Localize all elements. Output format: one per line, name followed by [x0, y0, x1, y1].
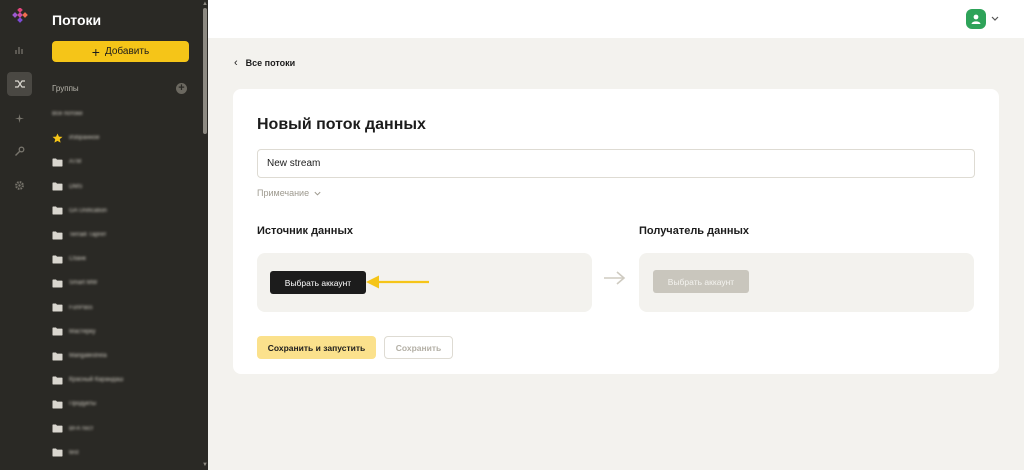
folder-icon [52, 399, 63, 409]
folder-icon [52, 375, 63, 385]
sidebar-group-item[interactable]: Сбанк [52, 251, 86, 267]
icon-rail [0, 0, 38, 470]
note-label: Примечание [257, 188, 310, 198]
folder-icon [52, 327, 63, 337]
user-avatar-icon[interactable] [966, 9, 986, 29]
sidebar-group-label: Terraill Таргет [69, 232, 107, 238]
source-select-account-button[interactable]: Выбрать аккаунт [270, 271, 366, 294]
sidebar-group-label: Избранное [69, 135, 100, 142]
sidebar-group-label: DMS [69, 183, 83, 190]
folder-icon [52, 254, 63, 264]
sidebar-group-item[interactable]: Все потоки [52, 106, 82, 122]
analytics-icon[interactable] [9, 40, 29, 60]
folder-icon [52, 448, 63, 458]
logo-icon[interactable] [10, 8, 30, 26]
target-panel: Выбрать аккаунт [639, 253, 974, 312]
sidebar-group-item[interactable]: Избранное [52, 130, 99, 146]
chevron-down-icon[interactable] [990, 13, 1000, 23]
sidebar-group-item[interactable]: ATM [52, 154, 81, 170]
sidebar-group-label: Все потоки [52, 111, 83, 117]
sidebar-group-label: Сбанк [69, 256, 86, 263]
sidebar-group-label: FunPass [69, 304, 93, 311]
sidebar-group-label: Продукты [69, 401, 97, 408]
sidebar-title: Потоки [52, 12, 102, 28]
sidebar-group-item[interactable]: Terraill Таргет [52, 227, 106, 243]
add-group-icon[interactable]: + [176, 83, 187, 94]
folder-icon [52, 303, 63, 313]
chevron-left-icon: ‹ [234, 57, 238, 69]
magic-icon[interactable] [9, 108, 29, 128]
breadcrumb[interactable]: ‹ Все потоки [234, 57, 295, 69]
folder-icon [52, 424, 63, 434]
back-link[interactable]: Все потоки [246, 58, 296, 68]
streams-icon[interactable] [7, 72, 32, 96]
folder-icon [52, 182, 63, 192]
sidebar: Потоки + Добавить Группы + Все потоки Изб… [38, 0, 208, 470]
add-stream-label: Добавить [104, 46, 150, 57]
folder-icon [52, 206, 63, 216]
sidebar-group-label: test [69, 449, 79, 456]
annotation-arrow-icon [366, 275, 429, 289]
sidebar-group-label: Мастерку [69, 328, 96, 335]
folder-icon [52, 230, 63, 240]
sidebar-scrollbar-thumb[interactable] [203, 8, 207, 134]
save-and-run-button[interactable]: Сохранить и запустить [257, 336, 376, 359]
sidebar-group-item[interactable]: FunPass [52, 300, 93, 316]
folder-icon [52, 157, 63, 167]
sidebar-group-label: GA Unification [69, 207, 108, 214]
sidebar-group-label: Красный Карандаш [69, 377, 124, 384]
sidebar-group-item[interactable]: Продукты [52, 396, 96, 412]
sidebar-group-item[interactable]: BFA тест [52, 421, 93, 437]
sidebar-group-item[interactable]: Mangalestrela [52, 348, 107, 364]
page-title: Новый поток данных [257, 116, 426, 133]
settings-icon[interactable] [9, 175, 29, 195]
plus-icon: + [91, 43, 100, 60]
sidebar-group-item[interactable]: DMS [52, 179, 82, 195]
source-title: Источник данных [257, 225, 353, 237]
sidebar-group-item[interactable]: test [52, 445, 79, 461]
chevron-down-icon [314, 191, 321, 196]
star-icon [52, 133, 63, 143]
save-button[interactable]: Сохранить [384, 336, 453, 359]
top-bar [208, 0, 1024, 38]
note-toggle[interactable]: Примечание [257, 188, 322, 198]
groups-label: Группы [52, 84, 79, 93]
arrow-right-icon [604, 271, 626, 285]
sidebar-group-item[interactable]: GA Unification [52, 203, 107, 219]
key-icon[interactable] [9, 141, 29, 161]
sidebar-group-item[interactable]: Красный Карандаш [52, 372, 123, 388]
sidebar-group-item[interactable]: Мастерку [52, 324, 95, 340]
sidebar-group-label: Mangalestrela [69, 353, 107, 359]
folder-icon [52, 278, 63, 288]
add-stream-button[interactable]: + Добавить [52, 41, 189, 62]
stream-name-input[interactable] [257, 149, 975, 178]
new-stream-card: Новый поток данных Примечание Источник д… [233, 89, 999, 374]
sidebar-group-label: Smart MW [69, 280, 98, 287]
sidebar-group-label: ATM [69, 159, 82, 166]
target-select-account-button[interactable]: Выбрать аккаунт [653, 270, 749, 293]
folder-icon [52, 351, 63, 361]
scroll-down-icon[interactable]: ▼ [202, 462, 208, 468]
sidebar-group-item[interactable]: Smart MW [52, 275, 97, 291]
sidebar-group-label: BFA тест [69, 425, 94, 432]
target-title: Получатель данных [639, 225, 750, 237]
